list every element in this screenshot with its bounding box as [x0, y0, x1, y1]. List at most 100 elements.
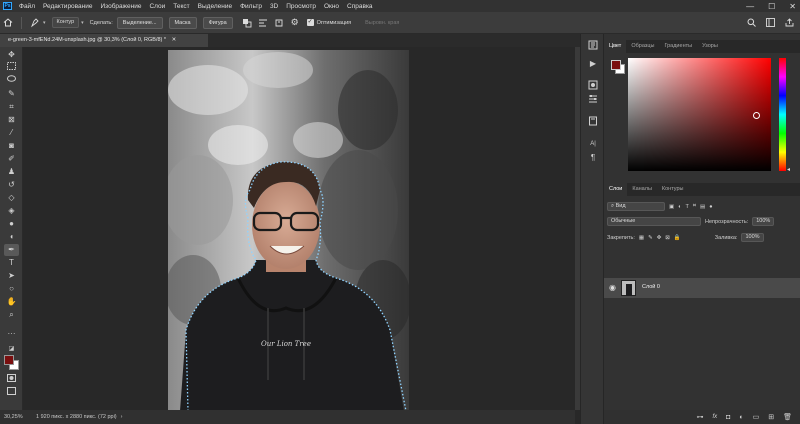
align-edges-option[interactable]: Выровн. края	[365, 20, 399, 26]
document-tab[interactable]: e-green-3-mfENd.24M-unsplash.jpg @ 30,3%…	[0, 34, 208, 47]
quick-mask-icon[interactable]	[4, 374, 19, 386]
zoom-tool-icon[interactable]: ⌕	[4, 309, 19, 321]
filter-smart-object-icon[interactable]: ▤	[700, 204, 705, 210]
maximize-icon[interactable]: ☐	[768, 2, 775, 11]
filter-adjustment-icon[interactable]: ◐	[678, 204, 681, 210]
tab-patterns[interactable]: Узоры	[697, 40, 723, 53]
workspace-icon[interactable]	[766, 17, 775, 29]
tab-gradients[interactable]: Градиенты	[659, 40, 697, 53]
opacity-input[interactable]: 100%	[752, 217, 775, 226]
minimize-icon[interactable]: —	[746, 2, 754, 11]
photoshop-logo[interactable]: Ps	[3, 2, 12, 10]
marquee-tool-icon[interactable]	[4, 62, 19, 74]
link-layers-icon[interactable]: ⊶	[696, 413, 703, 421]
color-field[interactable]	[628, 58, 771, 171]
photo-canvas[interactable]: Our Lion Tree	[168, 50, 409, 411]
ellipse-tool-icon[interactable]: ○	[4, 283, 19, 295]
paragraph-icon[interactable]: ¶	[587, 152, 599, 164]
canvas-area[interactable]: Our Lion Tree	[23, 47, 575, 411]
make-shape-button[interactable]: Фигура	[202, 16, 233, 29]
filter-pixel-icon[interactable]: ▣	[669, 204, 674, 210]
menu-image[interactable]: Изображение	[97, 3, 146, 10]
status-menu-arrow-icon[interactable]: ›	[121, 414, 123, 420]
layer-name[interactable]: Слой 0	[642, 284, 660, 290]
path-alignment-icon[interactable]	[255, 15, 271, 31]
tab-color[interactable]: Цвет	[604, 40, 627, 53]
new-layer-icon[interactable]: ⊞	[768, 413, 774, 421]
eraser-tool-icon[interactable]: ◇	[4, 192, 19, 204]
character-icon[interactable]: A|	[587, 138, 599, 150]
close-tab-icon[interactable]: ✕	[172, 37, 177, 43]
make-selection-button[interactable]: Выделение...	[116, 16, 163, 29]
lock-image-icon[interactable]: ✎	[648, 235, 653, 241]
actions-icon[interactable]: ▶	[587, 58, 599, 70]
zoom-level[interactable]: 30,25%	[0, 414, 32, 420]
lock-all-icon[interactable]: 🔒	[674, 235, 681, 241]
menu-3d[interactable]: 3D	[266, 3, 282, 10]
menu-select[interactable]: Выделение	[194, 3, 236, 10]
clone-stamp-tool-icon[interactable]: ♟	[4, 166, 19, 178]
history-icon[interactable]	[587, 40, 599, 52]
search-icon[interactable]	[747, 18, 756, 29]
healing-brush-tool-icon[interactable]: ◙	[4, 140, 19, 152]
fill-input[interactable]: 100%	[741, 233, 764, 242]
add-mask-icon[interactable]: ◘	[726, 414, 730, 421]
optimization-checkbox[interactable]: ✓ Оптимизация	[306, 19, 351, 26]
pen-tool-icon[interactable]: ✒	[4, 244, 19, 256]
gear-icon[interactable]: ⚙	[287, 15, 303, 31]
new-adjustment-layer-icon[interactable]: ◐	[739, 414, 743, 421]
eyedropper-tool-icon[interactable]: ⁄	[4, 127, 19, 139]
lock-transparent-icon[interactable]: ▦	[639, 235, 644, 241]
filter-shape-icon[interactable]: ⌗	[693, 203, 696, 210]
crop-tool-icon[interactable]: ⌗	[4, 101, 19, 113]
tool-mode-select[interactable]: Контур	[51, 17, 80, 28]
lock-artboard-icon[interactable]: ⊠	[665, 235, 670, 241]
menu-edit[interactable]: Редактирование	[39, 3, 97, 10]
tab-paths[interactable]: Контуры	[657, 183, 689, 196]
tab-layers[interactable]: Слои	[604, 183, 628, 196]
make-mask-button[interactable]: Маска	[168, 16, 197, 29]
foreground-color-swatch[interactable]	[4, 355, 14, 365]
paint-bucket-tool-icon[interactable]: ◈	[4, 205, 19, 217]
menu-view[interactable]: Просмотр	[282, 3, 320, 10]
hue-slider-handle-icon[interactable]: ◂	[787, 166, 790, 173]
delete-layer-icon[interactable]: 🗑	[783, 413, 792, 421]
libraries-icon[interactable]	[587, 116, 599, 128]
screen-mode-icon[interactable]	[4, 387, 19, 399]
layer-row[interactable]: ◉ Слой 0	[604, 278, 800, 298]
filter-toggle-icon[interactable]: ●	[709, 204, 712, 210]
lasso-tool-icon[interactable]	[4, 75, 19, 87]
layer-style-icon[interactable]: fx	[712, 414, 717, 420]
new-group-icon[interactable]: ▭	[753, 413, 760, 421]
type-tool-icon[interactable]: T	[4, 257, 19, 269]
pen-tool-preset-icon[interactable]	[27, 15, 43, 31]
quick-selection-tool-icon[interactable]: ✎	[4, 88, 19, 100]
close-icon[interactable]: ✕	[789, 2, 796, 11]
menu-filter[interactable]: Фильтр	[236, 3, 266, 10]
default-colors-icon[interactable]: ◪	[4, 343, 19, 355]
adjustments-icon[interactable]	[587, 80, 599, 92]
chevron-down-icon[interactable]: ▾	[81, 20, 84, 26]
layer-filter-select[interactable]: ⌕ Вид	[607, 202, 665, 211]
menu-window[interactable]: Окно	[320, 3, 343, 10]
brush-tool-icon[interactable]: ✐	[4, 153, 19, 165]
share-icon[interactable]	[785, 17, 794, 29]
filter-type-icon[interactable]: T	[686, 204, 689, 210]
dodge-tool-icon[interactable]: ◖	[4, 231, 19, 243]
path-arrangement-icon[interactable]	[271, 15, 287, 31]
menu-type[interactable]: Текст	[169, 3, 193, 10]
hue-slider[interactable]	[779, 58, 786, 171]
menu-file[interactable]: Файл	[15, 3, 39, 10]
properties-icon[interactable]	[587, 94, 599, 106]
tab-channels[interactable]: Каналы	[627, 183, 657, 196]
history-brush-tool-icon[interactable]: ↺	[4, 179, 19, 191]
lock-position-icon[interactable]: ✥	[657, 235, 662, 241]
menu-help[interactable]: Справка	[343, 3, 377, 10]
eye-icon[interactable]: ◉	[609, 283, 616, 292]
path-selection-tool-icon[interactable]: ➤	[4, 270, 19, 282]
blur-tool-icon[interactable]: ●	[4, 218, 19, 230]
color-picker-marker[interactable]	[753, 112, 760, 119]
blend-mode-select[interactable]: Обычные	[607, 217, 701, 226]
more-tools-icon[interactable]: ···	[4, 328, 19, 340]
tab-swatches[interactable]: Образцы	[626, 40, 659, 53]
